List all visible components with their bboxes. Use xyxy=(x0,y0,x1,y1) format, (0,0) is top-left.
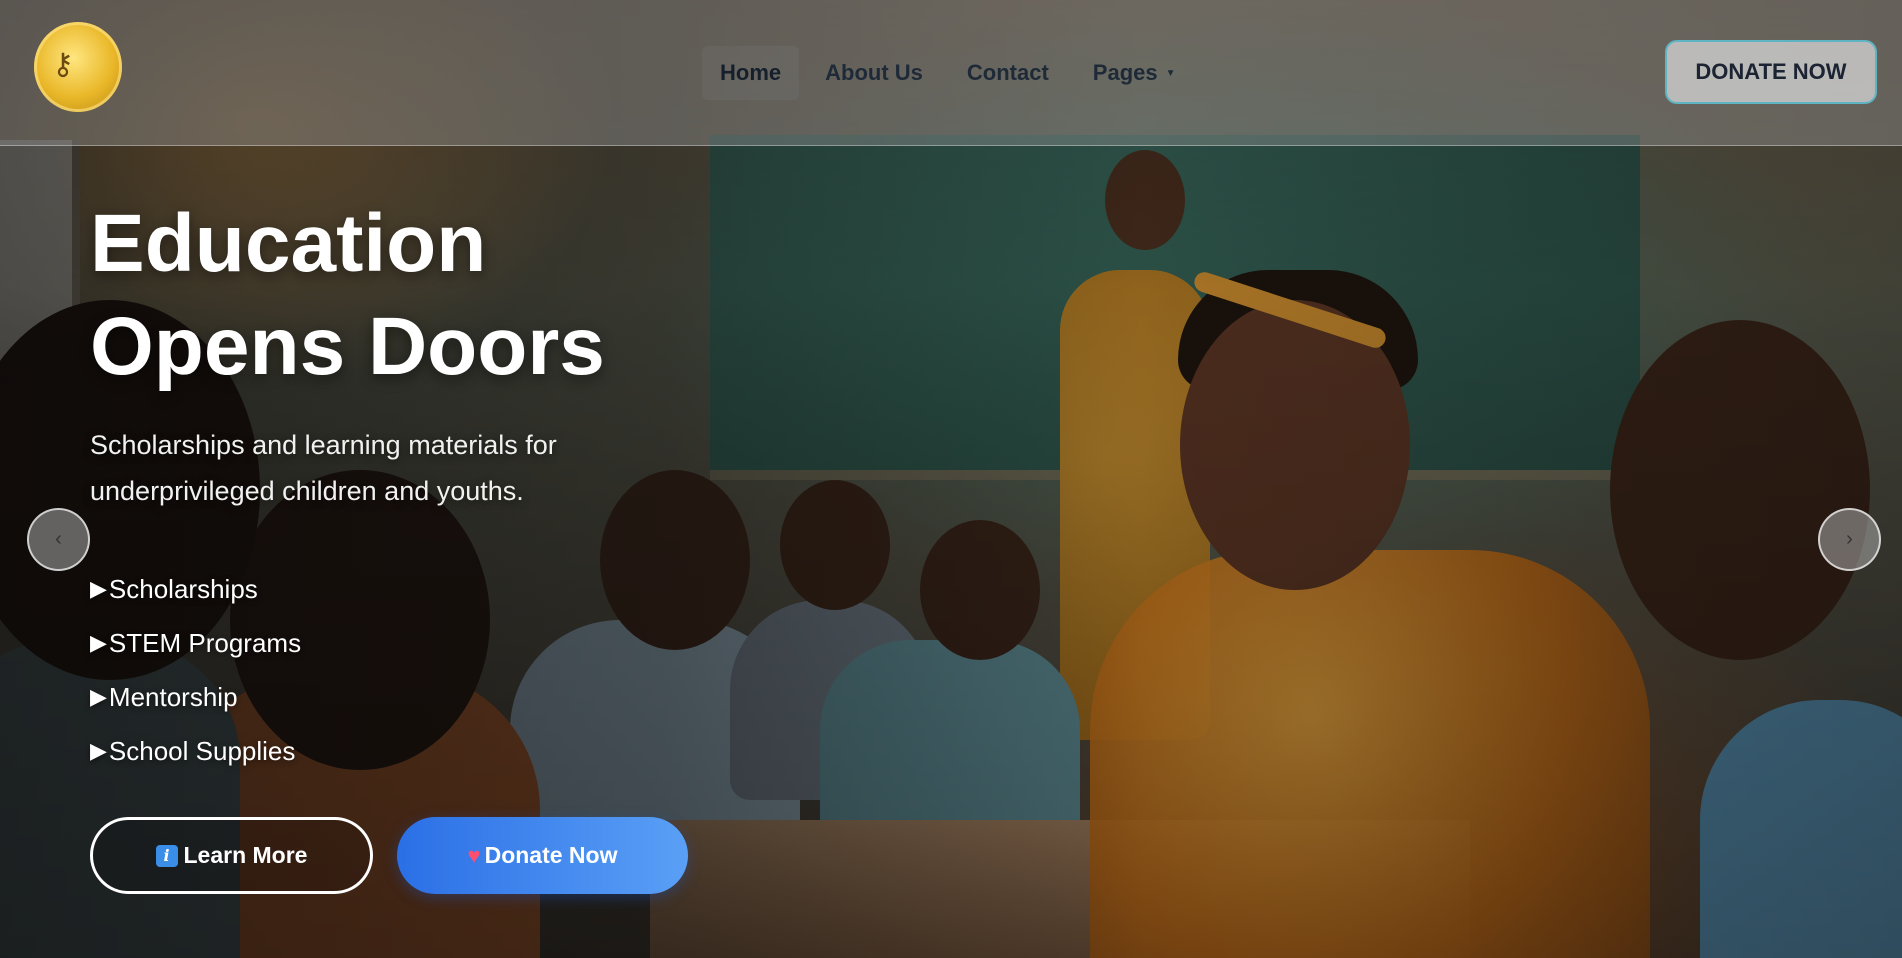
play-triangle-icon: ▶ xyxy=(90,576,107,601)
nav-item-label: Pages xyxy=(1092,60,1158,85)
donate-now-label: Donate Now xyxy=(484,842,618,868)
info-icon: i xyxy=(155,844,178,867)
nav-item-label: Home xyxy=(720,60,782,85)
nav-item-contact[interactable]: Contact xyxy=(949,46,1067,100)
learn-more-button[interactable]: i Learn More xyxy=(90,817,373,894)
feature-label: Mentorship xyxy=(108,682,238,712)
nav-item-home[interactable]: Home xyxy=(702,46,800,100)
carousel-next-button[interactable]: › xyxy=(1818,508,1881,571)
caret-down-icon: ▼ xyxy=(1165,67,1176,79)
nav-item-label: Contact xyxy=(966,60,1049,85)
learn-more-label: Learn More xyxy=(183,842,308,868)
feature-list: ▶ Scholarships ▶ STEM Programs ▶ Mentorship… xyxy=(90,562,301,778)
nav-item-pages[interactable]: Pages ▼ xyxy=(1075,46,1194,100)
list-item: ▶ Mentorship xyxy=(90,670,301,724)
hero-title-line1: Education xyxy=(90,198,487,289)
nav-item-label: About Us xyxy=(825,60,923,85)
feature-label: STEM Programs xyxy=(108,628,302,658)
play-triangle-icon: ▶ xyxy=(90,630,107,655)
chevron-left-icon: ‹ xyxy=(55,528,62,550)
list-item: ▶ Scholarships xyxy=(90,562,301,616)
hero-title: Education Opens Doors xyxy=(90,192,790,398)
header-donate-button[interactable]: DONATE NOW xyxy=(1665,40,1877,104)
list-item: ▶ STEM Programs xyxy=(90,616,301,670)
nav-item-about-us[interactable]: About Us xyxy=(807,46,941,100)
main-nav: Home About Us Contact Pages ▼ xyxy=(702,46,1202,100)
site-header: ⚷ Home About Us Contact Pages ▼ DONATE N… xyxy=(0,0,1902,146)
feature-label: School Supplies xyxy=(108,736,296,766)
feature-label: Scholarships xyxy=(108,574,258,604)
chevron-right-icon: › xyxy=(1846,528,1853,550)
play-triangle-icon: ▶ xyxy=(90,738,107,763)
carousel-prev-button[interactable]: ‹ xyxy=(27,508,90,571)
play-triangle-icon: ▶ xyxy=(90,684,107,709)
donate-now-button[interactable]: ♥ Donate Now xyxy=(397,817,688,894)
heart-icon: ♥ xyxy=(467,842,481,868)
hero-subtitle: Scholarships and learning materials for … xyxy=(90,430,557,506)
list-item: ▶ School Supplies xyxy=(90,724,301,778)
hero-title-line2: Opens Doors xyxy=(90,301,605,392)
key-logo-icon[interactable]: ⚷ xyxy=(34,22,122,112)
